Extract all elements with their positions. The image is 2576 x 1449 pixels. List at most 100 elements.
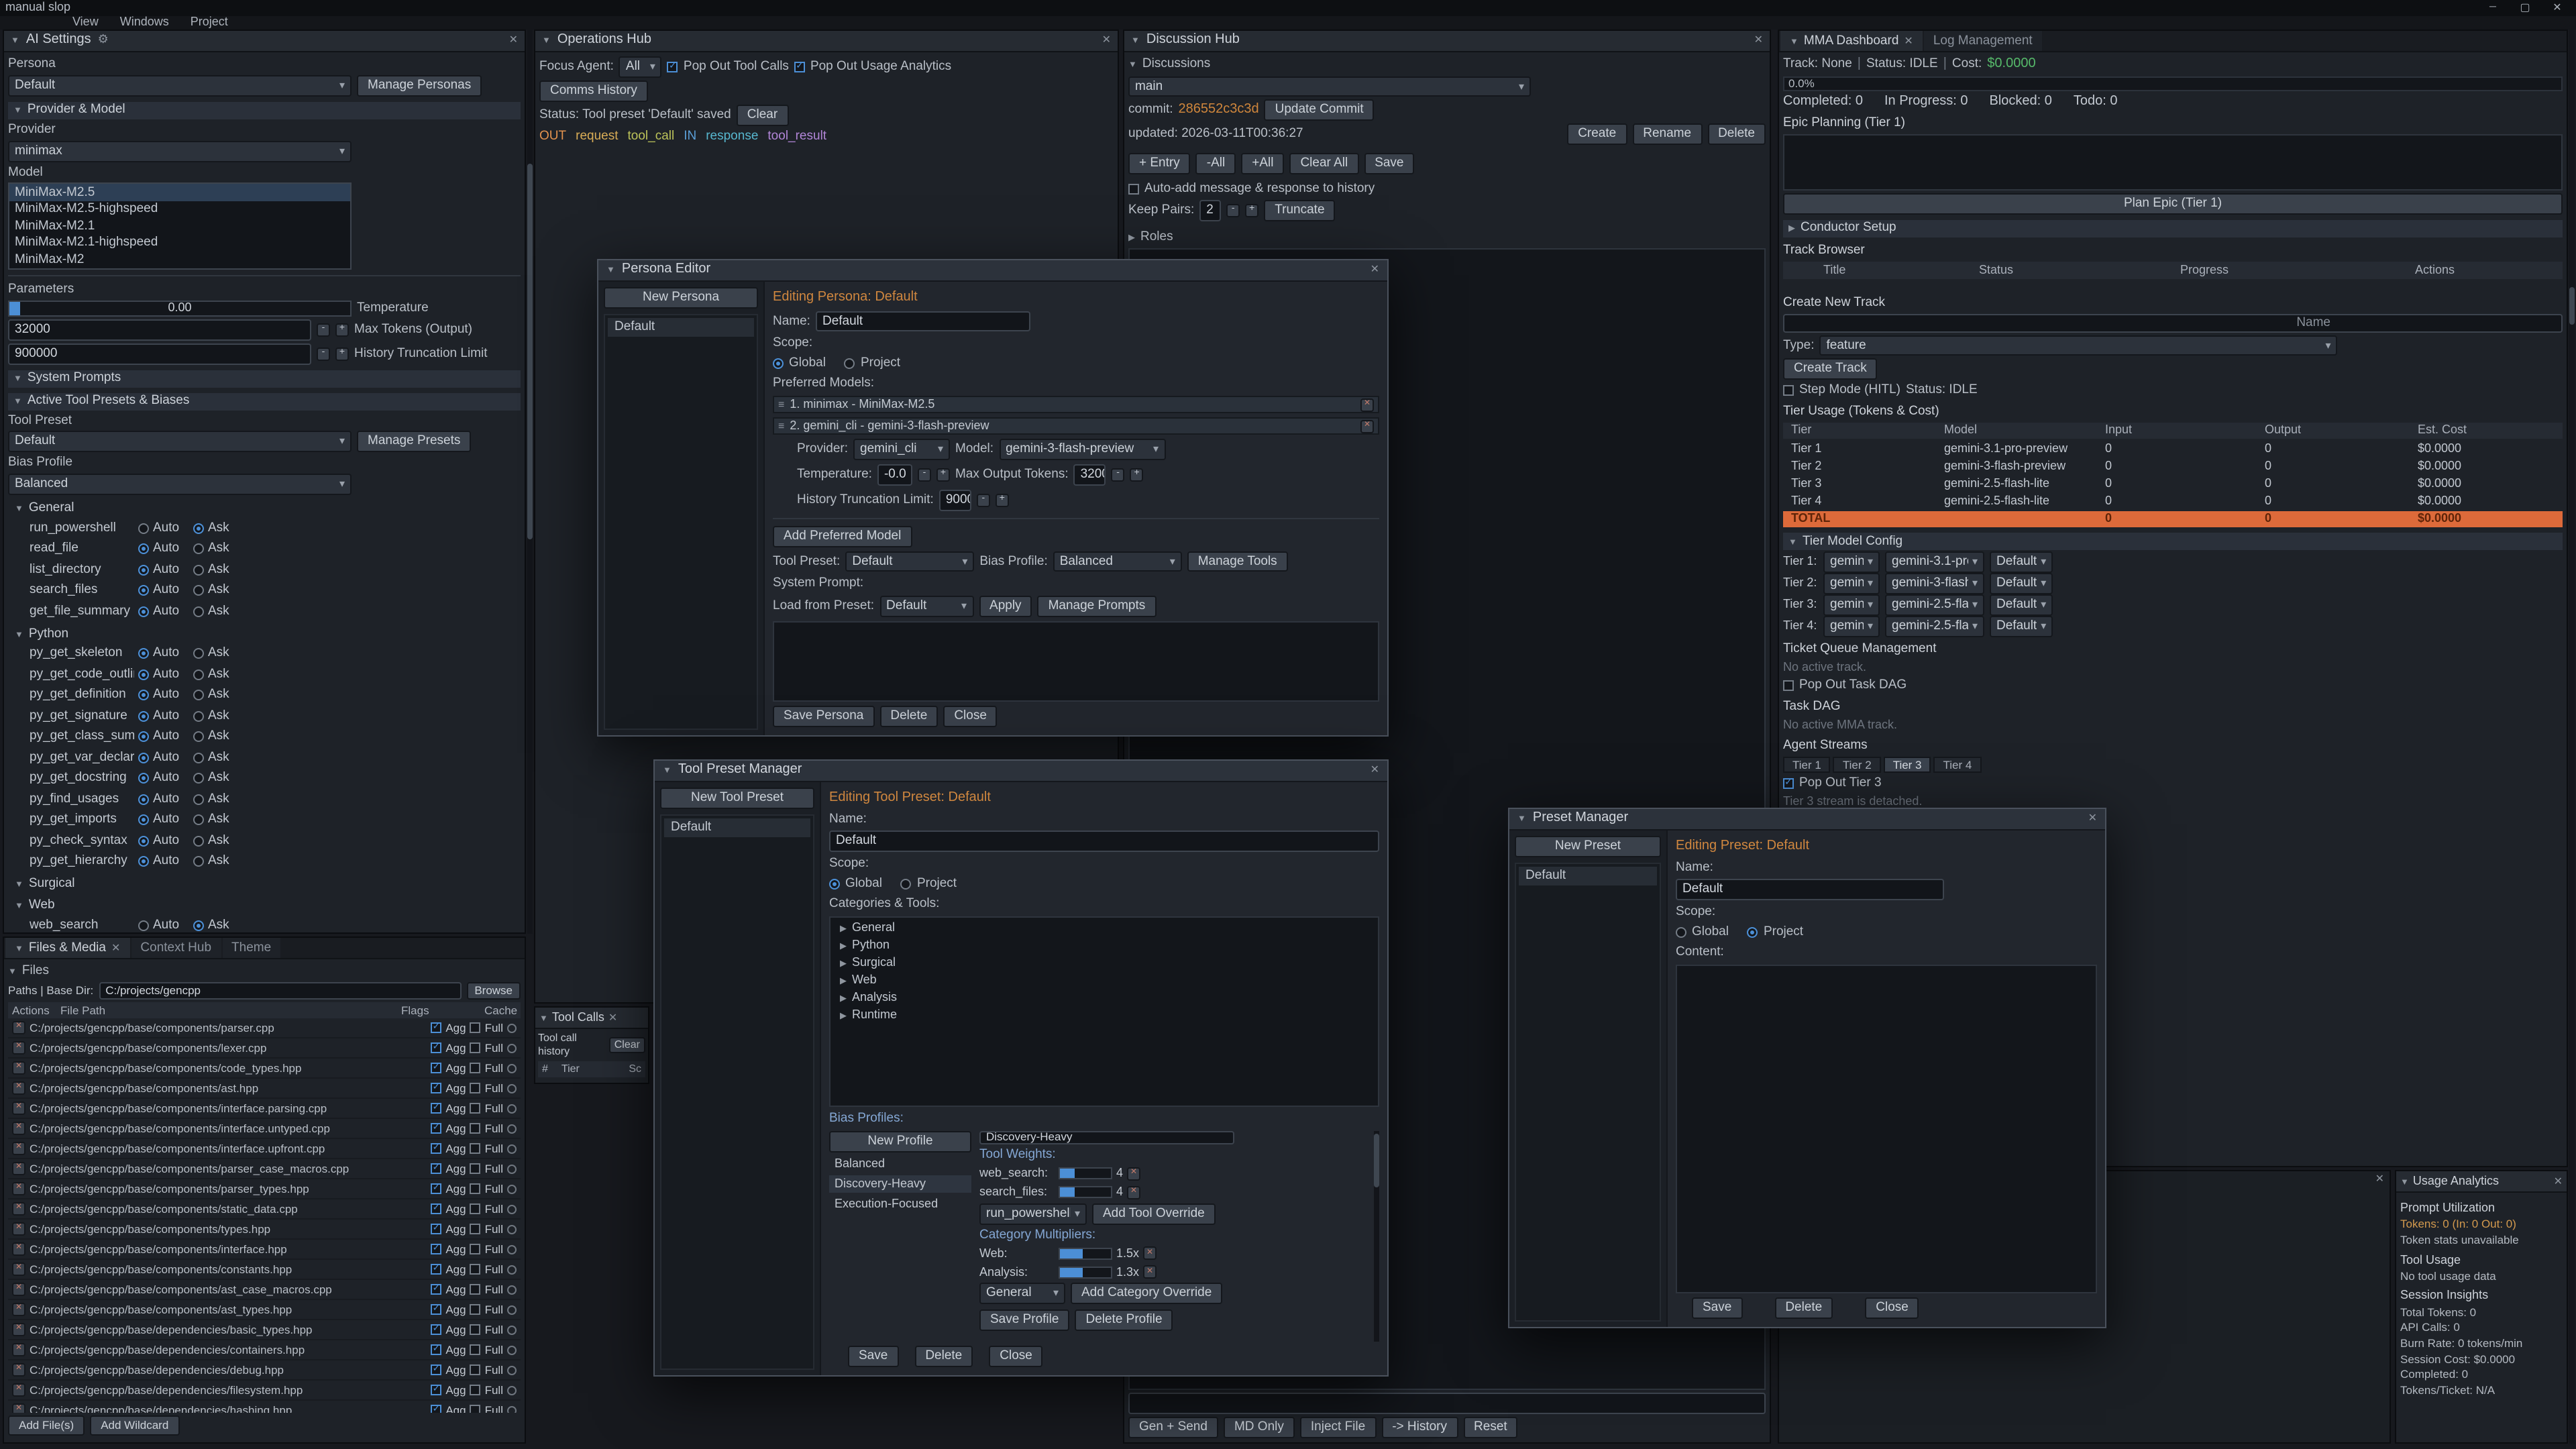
manage-personas-button[interactable]: Manage Personas	[357, 75, 482, 97]
tier-provider-select[interactable]: gemini	[1823, 573, 1880, 594]
agg-checkbox[interactable]	[431, 1344, 441, 1355]
max-output-input[interactable]: 32000	[1074, 464, 1106, 486]
close-icon[interactable]	[2554, 1174, 2563, 1189]
decrement-button[interactable]: -	[317, 323, 330, 336]
files-section-header[interactable]: Files	[8, 963, 521, 979]
agg-checkbox[interactable]	[431, 1183, 441, 1194]
close-icon[interactable]	[1371, 763, 1379, 780]
tool-override-select[interactable]: run_powershell	[979, 1203, 1087, 1224]
ask-radio[interactable]	[193, 669, 204, 680]
add-wildcard-button[interactable]: Add Wildcard	[90, 1416, 179, 1436]
focus-agent-select[interactable]: All	[619, 56, 662, 78]
increment-button[interactable]: +	[1245, 204, 1258, 217]
full-checkbox[interactable]	[470, 1143, 481, 1154]
agg-checkbox[interactable]	[431, 1304, 441, 1315]
epic-planning-textarea[interactable]	[1783, 134, 2563, 191]
preset-name-input[interactable]: Default	[1676, 879, 1944, 901]
browse-button[interactable]: Browse	[466, 982, 521, 999]
preferred-model-row[interactable]: 2. gemini_cli - gemini-3-flash-preview	[773, 417, 1379, 435]
close-icon[interactable]	[111, 940, 120, 956]
save-profile-button[interactable]: Save Profile	[979, 1310, 1069, 1332]
model-select[interactable]: gemini-3-flash-preview	[999, 439, 1165, 460]
full-checkbox[interactable]	[470, 1284, 481, 1295]
remove-file-button[interactable]	[12, 1363, 25, 1377]
full-checkbox[interactable]	[470, 1163, 481, 1174]
provider-model-section[interactable]: Provider & Model	[8, 102, 521, 119]
decrement-button[interactable]: -	[918, 468, 931, 482]
composer-button[interactable]: Inject File	[1300, 1417, 1376, 1438]
clear-history-button[interactable]: Clear	[609, 1037, 645, 1053]
system-prompt-textarea[interactable]	[773, 621, 1379, 702]
remove-file-button[interactable]	[12, 1142, 25, 1155]
remove-file-button[interactable]	[12, 1041, 25, 1055]
tier-model-select[interactable]: gemini-3.1-pro-preview	[1885, 551, 1984, 573]
system-prompts-section[interactable]: System Prompts	[8, 370, 521, 387]
category-tree-item[interactable]: Analysis	[833, 990, 1375, 1006]
auto-radio[interactable]	[138, 920, 149, 931]
pop-out-usage-checkbox[interactable]	[794, 62, 805, 72]
agg-checkbox[interactable]	[431, 1103, 441, 1114]
ask-radio[interactable]	[193, 565, 204, 576]
agg-checkbox[interactable]	[431, 1022, 441, 1033]
preset-list-item[interactable]: Default	[1519, 867, 1657, 885]
load-preset-select[interactable]: Default	[879, 596, 973, 618]
tool-preset-select[interactable]: Default	[8, 431, 352, 453]
bias-profile-select[interactable]: Balanced	[1053, 551, 1182, 572]
full-checkbox[interactable]	[470, 1244, 481, 1254]
tier-provider-select[interactable]: gemini	[1823, 551, 1880, 573]
remove-weight-button[interactable]	[1127, 1167, 1140, 1180]
scrollbar-thumb[interactable]	[527, 164, 533, 539]
tab-context-hub[interactable]: Context Hub	[131, 938, 221, 958]
manage-tools-button[interactable]: Manage Tools	[1187, 551, 1288, 572]
profile-list-item[interactable]: Balanced	[829, 1155, 971, 1173]
ask-radio[interactable]	[193, 606, 204, 617]
decrement-button[interactable]: -	[977, 493, 990, 506]
manage-prompts-button[interactable]: Manage Prompts	[1038, 596, 1157, 618]
new-persona-button[interactable]: New Persona	[604, 287, 758, 309]
truncate-button[interactable]: Truncate	[1264, 200, 1335, 221]
increment-button[interactable]: +	[1130, 468, 1144, 482]
remove-file-button[interactable]	[12, 1403, 25, 1413]
tool-preset-manager-titlebar[interactable]: Tool Preset Manager	[655, 761, 1387, 782]
delete-tool-preset-button[interactable]: Delete	[914, 1346, 973, 1367]
expand-icon[interactable]	[840, 973, 847, 989]
agg-checkbox[interactable]	[431, 1385, 441, 1395]
tab-files-media[interactable]: Files & Media	[5, 938, 129, 958]
close-icon[interactable]	[1371, 262, 1379, 279]
scope-project-radio[interactable]	[901, 879, 912, 890]
temperature-input[interactable]: -0.0	[877, 464, 912, 486]
ask-radio[interactable]	[193, 586, 204, 596]
category-tree-item[interactable]: Web	[833, 973, 1375, 989]
category-general[interactable]: General	[8, 500, 521, 517]
decrement-button[interactable]: -	[1112, 468, 1125, 482]
new-profile-button[interactable]: New Profile	[829, 1131, 971, 1152]
scope-project-radio[interactable]	[1748, 927, 1758, 938]
weight-slider[interactable]	[1059, 1167, 1112, 1179]
model-option[interactable]: MiniMax-M2.5	[9, 184, 350, 201]
roles-section-header[interactable]: Roles	[1128, 229, 1766, 246]
full-checkbox[interactable]	[470, 1304, 481, 1315]
model-option[interactable]: MiniMax-M2	[9, 252, 350, 268]
remove-file-button[interactable]	[12, 1383, 25, 1397]
save-persona-button[interactable]: Save Persona	[773, 706, 874, 727]
remove-file-button[interactable]	[12, 1061, 25, 1075]
ask-radio[interactable]	[193, 711, 204, 722]
profile-list-item[interactable]: Discovery-Heavy	[829, 1175, 971, 1193]
tab-mma-dashboard[interactable]: MMA Dashboard	[1780, 31, 1923, 51]
remove-model-button[interactable]	[1360, 419, 1374, 433]
active-presets-section[interactable]: Active Tool Presets & Biases	[8, 392, 521, 410]
stream-tab[interactable]: Tier 2	[1833, 757, 1881, 773]
tier-preset-select[interactable]: Default	[1990, 616, 2053, 637]
ask-radio[interactable]	[193, 690, 204, 701]
full-checkbox[interactable]	[470, 1022, 481, 1033]
track-type-select[interactable]: feature	[1820, 335, 2338, 356]
provider-select[interactable]: gemini_cli	[853, 439, 950, 460]
agg-checkbox[interactable]	[431, 1284, 441, 1295]
full-checkbox[interactable]	[470, 1264, 481, 1275]
entry-button[interactable]: Clear All	[1289, 153, 1358, 174]
auto-radio[interactable]	[138, 836, 149, 847]
remove-file-button[interactable]	[12, 1102, 25, 1115]
base-dir-input[interactable]: C:/projects/gencpp	[99, 982, 461, 1000]
remove-file-button[interactable]	[12, 1021, 25, 1034]
category-tree-item[interactable]: Python	[833, 938, 1375, 954]
